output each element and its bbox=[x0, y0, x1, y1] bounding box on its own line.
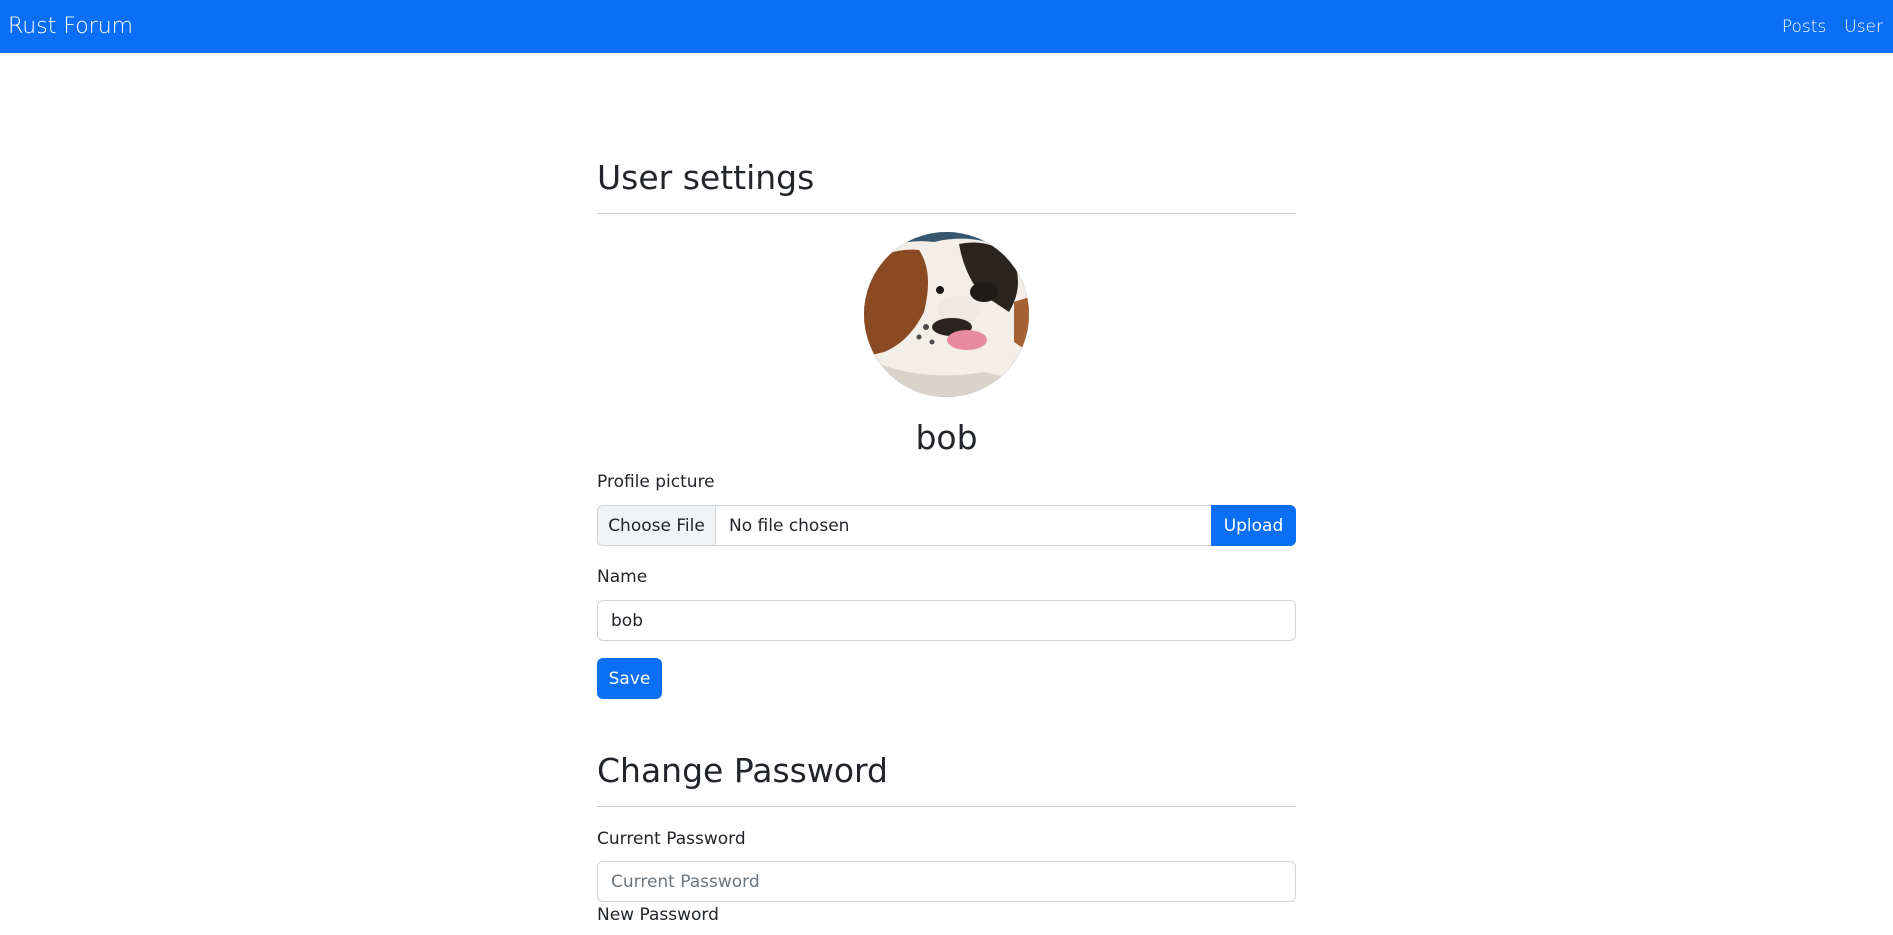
profile-picture-input-group: Choose File No file chosen Upload bbox=[597, 505, 1296, 546]
name-label: Name bbox=[597, 567, 648, 587]
current-password-input[interactable]: Current Password bbox=[597, 861, 1296, 902]
current-password-label: Current Password bbox=[597, 829, 746, 849]
file-status-text[interactable]: No file chosen bbox=[716, 505, 1211, 546]
top-navbar: Rust Forum Posts User bbox=[0, 0, 1893, 53]
change-password-title: Change Password bbox=[597, 751, 888, 790]
nav-link-posts[interactable]: Posts bbox=[1782, 17, 1826, 37]
new-password-label: New Password bbox=[597, 905, 719, 925]
name-input[interactable]: bob bbox=[597, 600, 1296, 641]
divider bbox=[597, 213, 1296, 214]
nav-links: Posts User bbox=[1782, 17, 1883, 37]
upload-button[interactable]: Upload bbox=[1211, 505, 1296, 546]
username-heading: bob bbox=[915, 418, 978, 457]
divider bbox=[597, 806, 1296, 807]
user-settings-title: User settings bbox=[597, 158, 815, 197]
dog-photo bbox=[864, 232, 1029, 397]
profile-picture-label: Profile picture bbox=[597, 472, 715, 492]
nav-link-user[interactable]: User bbox=[1844, 17, 1883, 37]
avatar bbox=[864, 232, 1029, 397]
brand-link[interactable]: Rust Forum bbox=[8, 14, 133, 39]
save-button[interactable]: Save bbox=[597, 658, 662, 699]
choose-file-button[interactable]: Choose File bbox=[597, 505, 716, 546]
